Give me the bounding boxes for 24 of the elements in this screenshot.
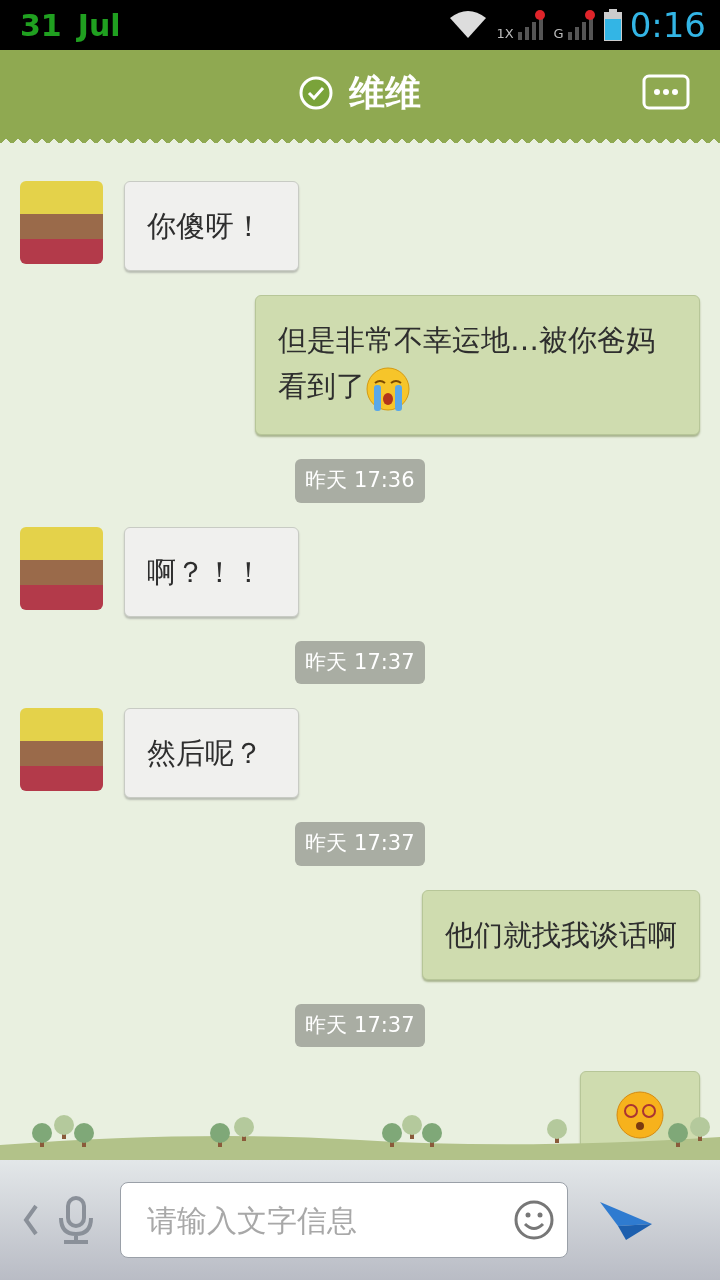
- contact-name: 维维: [349, 70, 421, 115]
- message-bubble: 他们就找我谈话啊: [422, 889, 700, 980]
- message-input-box[interactable]: 请输入文字信息: [120, 1182, 568, 1258]
- signal-bars-icon: [567, 10, 596, 40]
- signal-label: G: [553, 27, 564, 40]
- clock: 0:16: [629, 3, 706, 47]
- message-bubble: 啊？！！: [124, 526, 299, 617]
- signal-bars-icon: [517, 10, 546, 40]
- timestamp: 昨天 17:37: [295, 822, 425, 866]
- message-bubble: 但是非常不幸运地…被你爸妈看到了: [255, 295, 700, 435]
- timestamp: 昨天 17:37: [295, 1003, 425, 1047]
- more-options-icon[interactable]: [642, 74, 690, 110]
- date-day: 31: [20, 2, 62, 48]
- message-bubble: 你傻呀！: [124, 181, 299, 271]
- dizzy-emoji-icon: [615, 1090, 665, 1140]
- date-month: Jul: [77, 6, 121, 45]
- wifi-icon: [448, 10, 489, 40]
- signal-label: 1X: [496, 27, 514, 40]
- timestamp: 昨天 17:36: [295, 459, 425, 503]
- timestamp: 昨天 17:37: [295, 640, 425, 684]
- battery-icon: [603, 9, 622, 41]
- smiley-icon[interactable]: [513, 1199, 555, 1241]
- microphone-icon[interactable]: [56, 1196, 96, 1244]
- message-bubble: 然后呢？: [124, 708, 299, 798]
